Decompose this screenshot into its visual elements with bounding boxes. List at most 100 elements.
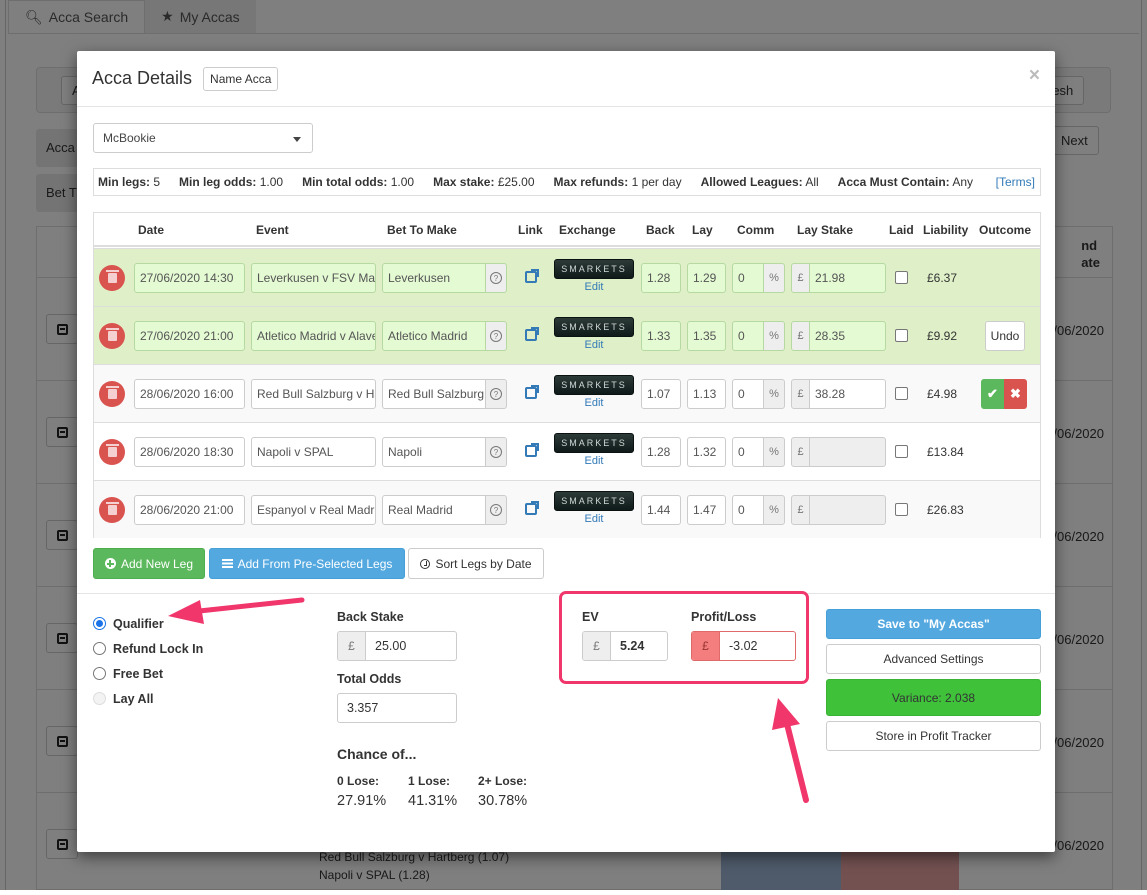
chance-0-lose: 0 Lose: 27.91% bbox=[337, 774, 387, 809]
edit-exchange-link[interactable]: Edit bbox=[554, 397, 634, 409]
delete-leg-button[interactable] bbox=[99, 497, 125, 523]
edit-exchange-link[interactable]: Edit bbox=[554, 339, 634, 351]
leg-lay-stake-input[interactable] bbox=[809, 437, 886, 467]
help-button[interactable]: ? bbox=[485, 263, 507, 293]
edit-exchange-link[interactable]: Edit bbox=[554, 455, 634, 467]
bookmaker-select[interactable]: McBookie bbox=[93, 123, 313, 153]
leg-lay-odds-input[interactable]: 1.13 bbox=[687, 379, 726, 409]
leg-back-odds-input[interactable]: 1.28 bbox=[641, 437, 681, 467]
laid-checkbox[interactable] bbox=[895, 387, 908, 400]
leg-comm-input[interactable]: 0 bbox=[732, 263, 764, 293]
advanced-settings-button[interactable]: Advanced Settings bbox=[826, 644, 1041, 674]
leg-date-input[interactable]: 28/06/2020 18:30 bbox=[134, 437, 245, 467]
back-stake-label: Back Stake bbox=[337, 610, 404, 624]
leg-bet-input[interactable]: Atletico Madrid bbox=[382, 321, 486, 351]
leg-lay-stake-input[interactable]: 28.35 bbox=[809, 321, 886, 351]
delete-leg-button[interactable] bbox=[99, 265, 125, 291]
leg-bet-input[interactable]: Real Madrid bbox=[382, 495, 486, 525]
delete-leg-button[interactable] bbox=[99, 323, 125, 349]
undo-outcome-button[interactable]: Undo bbox=[985, 321, 1025, 351]
help-button[interactable]: ? bbox=[485, 379, 507, 409]
radio-lay-all: Lay All bbox=[93, 686, 203, 711]
laid-checkbox[interactable] bbox=[895, 503, 908, 516]
radio-refund-lock-in[interactable]: Refund Lock In bbox=[93, 636, 203, 661]
leg-comm-input[interactable]: 0 bbox=[732, 495, 764, 525]
leg-comm-input[interactable]: 0 bbox=[732, 379, 764, 409]
leg-lay-odds-input[interactable]: 1.32 bbox=[687, 437, 726, 467]
chance-title: Chance of... bbox=[337, 746, 417, 762]
leg-date-input[interactable]: 28/06/2020 16:00 bbox=[134, 379, 245, 409]
trash-icon bbox=[105, 270, 119, 283]
leg-bet-input[interactable]: Napoli bbox=[382, 437, 486, 467]
question-icon: ? bbox=[490, 446, 502, 458]
percent-addon: % bbox=[763, 495, 785, 525]
term-acca-must-contain: Acca Must Contain: Any bbox=[837, 175, 974, 189]
external-link-icon[interactable] bbox=[525, 327, 539, 341]
total-odds-input[interactable]: 3.357 bbox=[337, 693, 457, 723]
question-icon: ? bbox=[490, 330, 502, 342]
leg-back-odds-input[interactable]: 1.44 bbox=[641, 495, 681, 525]
edit-exchange-link[interactable]: Edit bbox=[554, 281, 634, 293]
leg-lay-stake-input[interactable] bbox=[809, 495, 886, 525]
leg-bet-input[interactable]: Leverkusen bbox=[382, 263, 486, 293]
terms-link[interactable]: [Terms] bbox=[996, 175, 1035, 189]
edit-exchange-link[interactable]: Edit bbox=[554, 513, 634, 525]
term-min-legs: Min legs: 5 bbox=[98, 175, 161, 189]
radio-qualifier[interactable]: Qualifier bbox=[93, 611, 203, 636]
help-button[interactable]: ? bbox=[485, 437, 507, 467]
leg-lay-stake-input[interactable]: 21.98 bbox=[809, 263, 886, 293]
legs-table: Date Event Bet To Make Link Exchange Bac… bbox=[93, 212, 1041, 538]
ev-output: £5.24 bbox=[582, 631, 668, 661]
leg-liability: £4.98 bbox=[927, 387, 958, 401]
leg-lay-odds-input[interactable]: 1.35 bbox=[687, 321, 726, 351]
leg-date-input[interactable]: 28/06/2020 21:00 bbox=[134, 495, 245, 525]
laid-checkbox[interactable] bbox=[895, 271, 908, 284]
leg-comm-input[interactable]: 0 bbox=[732, 437, 764, 467]
laid-checkbox[interactable] bbox=[895, 445, 908, 458]
acca-details-modal: Acca Details Name Acca × McBookie Min le… bbox=[77, 51, 1055, 852]
currency-addon: £ bbox=[791, 495, 810, 525]
laid-checkbox[interactable] bbox=[895, 329, 908, 342]
delete-leg-button[interactable] bbox=[99, 381, 125, 407]
external-link-icon[interactable] bbox=[525, 501, 539, 515]
variance-indicator: Variance: 2.038 bbox=[826, 679, 1041, 716]
add-preselected-legs-button[interactable]: Add From Pre-Selected Legs bbox=[209, 548, 405, 579]
mark-lost-button[interactable]: ✖ bbox=[1004, 379, 1027, 409]
close-icon[interactable]: × bbox=[1029, 65, 1040, 87]
help-button[interactable]: ? bbox=[485, 495, 507, 525]
leg-lay-odds-input[interactable]: 1.29 bbox=[687, 263, 726, 293]
store-in-profit-tracker-button[interactable]: Store in Profit Tracker bbox=[826, 721, 1041, 751]
leg-liability: £9.92 bbox=[927, 329, 958, 343]
external-link-icon[interactable] bbox=[525, 443, 539, 457]
leg-back-odds-input[interactable]: 1.33 bbox=[641, 321, 681, 351]
leg-event-input[interactable]: Red Bull Salzburg v Hartberg bbox=[251, 379, 376, 409]
trash-icon bbox=[105, 502, 119, 515]
help-button[interactable]: ? bbox=[485, 321, 507, 351]
mark-won-button[interactable]: ✔ bbox=[981, 379, 1004, 409]
leg-bet-input[interactable]: Red Bull Salzburg bbox=[382, 379, 486, 409]
leg-date-input[interactable]: 27/06/2020 14:30 bbox=[134, 263, 245, 293]
save-to-my-accas-button[interactable]: Save to "My Accas" bbox=[826, 609, 1041, 639]
exchange-logo: SMARKETS bbox=[554, 433, 634, 453]
leg-event-input[interactable]: Napoli v SPAL bbox=[251, 437, 376, 467]
leg-event-input[interactable]: Atletico Madrid v Alaves bbox=[251, 321, 376, 351]
leg-back-odds-input[interactable]: 1.07 bbox=[641, 379, 681, 409]
leg-event-input[interactable]: Leverkusen v FSV Mainz bbox=[251, 263, 376, 293]
leg-date-input[interactable]: 27/06/2020 21:00 bbox=[134, 321, 245, 351]
leg-back-odds-input[interactable]: 1.28 bbox=[641, 263, 681, 293]
leg-lay-odds-input[interactable]: 1.47 bbox=[687, 495, 726, 525]
trash-icon bbox=[105, 444, 119, 457]
leg-comm-input[interactable]: 0 bbox=[732, 321, 764, 351]
radio-free-bet[interactable]: Free Bet bbox=[93, 661, 203, 686]
external-link-icon[interactable] bbox=[525, 269, 539, 283]
offer-terms: Min legs: 5 Min leg odds: 1.00 Min total… bbox=[93, 168, 1041, 196]
term-max-refunds: Max refunds: 1 per day bbox=[553, 175, 682, 189]
sort-legs-button[interactable]: Sort Legs by Date bbox=[408, 548, 544, 579]
delete-leg-button[interactable] bbox=[99, 439, 125, 465]
name-acca-button[interactable]: Name Acca bbox=[203, 66, 279, 91]
leg-lay-stake-input[interactable]: 38.28 bbox=[809, 379, 886, 409]
external-link-icon[interactable] bbox=[525, 385, 539, 399]
add-new-leg-button[interactable]: Add New Leg bbox=[93, 548, 205, 579]
back-stake-input[interactable]: £25.00 bbox=[337, 631, 457, 661]
leg-event-input[interactable]: Espanyol v Real Madrid bbox=[251, 495, 376, 525]
